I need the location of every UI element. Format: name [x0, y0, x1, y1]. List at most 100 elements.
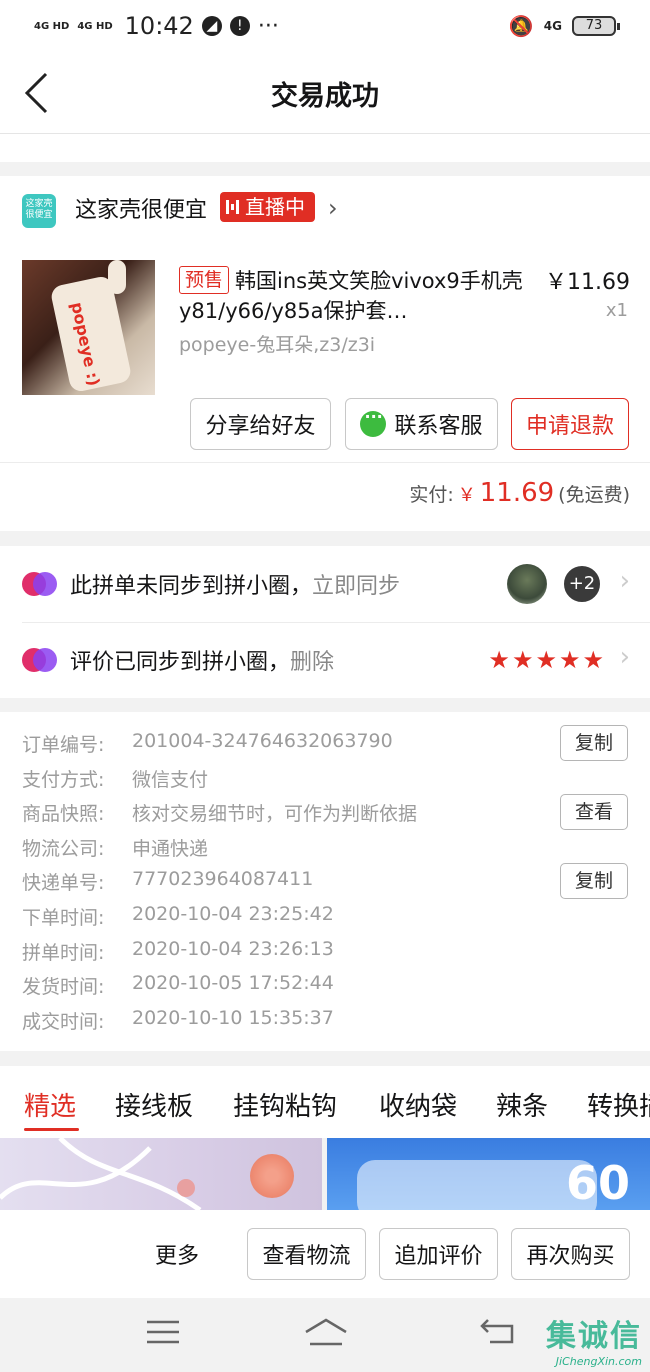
avatar[interactable]	[507, 564, 547, 604]
order-info-label: 快递单号:	[22, 872, 105, 894]
order-info-value: 微信支付	[132, 769, 209, 791]
battery-icon: 73	[572, 16, 620, 36]
shop-name[interactable]: 这家壳很便宜	[75, 192, 207, 224]
view-logistics-button[interactable]: 查看物流	[247, 1228, 366, 1280]
sync-row-review[interactable]: 评价已同步到拼小圈， 删除 ★ ★ ★ ★ ★ ›	[0, 622, 650, 698]
order-info-value: 2020-10-05 17:52:44	[132, 972, 334, 994]
paid-label: 实付:	[409, 484, 454, 506]
product-price: ￥11.69	[545, 270, 630, 295]
order-info-label: 商品快照:	[22, 803, 105, 825]
alert-icon: !	[229, 16, 250, 36]
shop-logo-text: 这家壳很便宜	[25, 199, 53, 220]
order-info-label: 支付方式:	[22, 769, 105, 791]
order-info-value: 2020-10-04 23:25:42	[132, 903, 334, 925]
share-button-label: 分享给好友	[205, 414, 316, 439]
mute-bell-icon: 🔕	[508, 14, 534, 38]
sync-order-text: 此拼单未同步到拼小圈，	[70, 574, 313, 599]
order-info-row: 成交时间: 2020-10-10 15:35:37	[22, 1007, 334, 1034]
pinxiaoquan-icon	[22, 570, 58, 598]
copy-button[interactable]: 复制	[560, 863, 628, 899]
tab-jiexianban[interactable]: 接线板	[115, 1086, 193, 1123]
order-info-row: 快递单号: 777023964087411	[22, 868, 313, 895]
share-button[interactable]: 分享给好友	[190, 398, 331, 450]
system-nav-bar: 集诚信 JiChengXin.com	[0, 1298, 650, 1372]
feed-item-image[interactable]: 60	[327, 1138, 650, 1210]
view-snapshot-button[interactable]: 查看	[560, 794, 628, 830]
pinxiaoquan-card: 此拼单未同步到拼小圈， 立即同步 +2 › 评价已同步到拼小圈， 删除 ★ ★ ★ ★…	[0, 546, 650, 698]
add-review-button[interactable]: 追加评价	[379, 1228, 498, 1280]
copy-button[interactable]: 复制	[560, 725, 628, 761]
more-dots-icon: ···	[257, 13, 279, 39]
tab-shounadai[interactable]: 收纳袋	[379, 1086, 457, 1123]
buy-again-button[interactable]: 再次购买	[511, 1228, 630, 1280]
feed-item-image[interactable]	[0, 1138, 322, 1210]
watermark-url: JiChengXin.com	[555, 1355, 642, 1368]
sync-now-link[interactable]: 立即同步	[312, 568, 400, 600]
order-info-row: 拼单时间: 2020-10-04 23:26:13	[22, 938, 334, 965]
refund-button[interactable]: 申请退款	[511, 398, 629, 450]
sync-row-order[interactable]: 此拼单未同步到拼小圈， 立即同步 +2 ›	[0, 546, 650, 622]
tab-latiao[interactable]: 辣条	[496, 1086, 548, 1123]
order-info-label: 下单时间:	[22, 907, 105, 929]
tab-guagou[interactable]: 挂钩粘钩	[233, 1086, 337, 1123]
more-button[interactable]: 更多	[155, 1238, 199, 1270]
product-title[interactable]: 韩国ins英文笑脸vivox9手机壳y81/y66/y85a保护套…	[179, 266, 529, 326]
bottom-action-bar: 更多 查看物流 追加评价 再次购买	[0, 1210, 650, 1298]
page-title: 交易成功	[271, 81, 379, 112]
order-info-row: 订单编号: 201004-324764632063790	[22, 730, 393, 757]
sync-review-text: 评价已同步到拼小圈，	[70, 650, 291, 675]
order-info-label: 发货时间:	[22, 976, 105, 998]
watermark-logo-text: 集诚信	[546, 1319, 642, 1354]
chevron-right-icon[interactable]: ›	[620, 566, 630, 596]
chevron-right-icon[interactable]: ›	[620, 642, 630, 672]
return-icon[interactable]	[478, 1316, 516, 1346]
paid-currency: ￥	[457, 485, 476, 506]
live-badge-label: 直播中	[245, 195, 305, 219]
order-info-value: 申通快递	[132, 838, 209, 860]
active-tab-indicator	[24, 1128, 79, 1131]
home-icon[interactable]	[304, 1316, 348, 1348]
order-info-row: 支付方式: 微信支付	[22, 765, 208, 792]
rating-stars: ★ ★ ★ ★ ★	[488, 646, 604, 674]
chat-bubble-icon	[360, 407, 387, 437]
delete-link[interactable]: 删除	[290, 644, 334, 676]
live-badge[interactable]: 直播中	[220, 192, 315, 222]
star-icon: ★	[488, 646, 510, 674]
tab-jingxuan[interactable]: 精选	[24, 1086, 76, 1123]
status-bar: 4G HD 4G HD 10:42 ◢ ! ··· 🔕 4G 73	[0, 0, 650, 52]
shop-logo[interactable]: 这家壳很便宜	[22, 194, 56, 228]
refund-button-label: 申请退款	[525, 414, 614, 439]
signal-2-label: 4G HD	[77, 20, 113, 32]
buy-again-label: 再次购买	[526, 1244, 615, 1269]
star-icon: ★	[558, 646, 581, 674]
chevron-right-icon[interactable]: ›	[328, 194, 338, 222]
product-image[interactable]: popeye :)	[22, 260, 155, 395]
ear-graphic	[108, 260, 126, 294]
live-bars-icon	[226, 200, 239, 214]
add-review-label: 追加评价	[394, 1244, 483, 1269]
mobile-data-label: 4G	[543, 19, 562, 33]
location-icon: ◢	[201, 16, 222, 36]
star-icon: ★	[582, 646, 604, 674]
product-spec: popeye-兔耳朵,z3/z3i	[179, 334, 376, 356]
menu-icon[interactable]	[147, 1320, 179, 1344]
tab-zhuanhuancha[interactable]: 转换插	[587, 1086, 650, 1123]
order-info-label: 拼单时间:	[22, 942, 105, 964]
rose-graphic	[250, 1154, 294, 1198]
order-info-value: 2020-10-10 15:35:37	[132, 1007, 334, 1029]
order-info-label: 物流公司:	[22, 838, 105, 860]
status-time: 10:42	[124, 12, 194, 40]
order-info-row: 发货时间: 2020-10-05 17:52:44	[22, 972, 334, 999]
more-friends-badge[interactable]: +2	[562, 564, 602, 604]
scrolled-content-peek	[0, 134, 650, 162]
order-info-label: 订单编号:	[22, 734, 105, 756]
contact-service-button[interactable]: 联系客服	[345, 398, 498, 450]
product-image-text: popeye :)	[67, 300, 104, 388]
contact-button-label: 联系客服	[394, 414, 483, 439]
order-info-value: 核对交易细节时，可作为判断依据	[132, 803, 418, 825]
paid-value: 11.69	[479, 478, 555, 508]
order-info-label: 成交时间:	[22, 1011, 105, 1033]
order-info-value: 777023964087411	[132, 868, 314, 890]
glass-graphic	[357, 1160, 597, 1210]
order-info-row: 商品快照: 核对交易细节时，可作为判断依据	[22, 799, 417, 826]
